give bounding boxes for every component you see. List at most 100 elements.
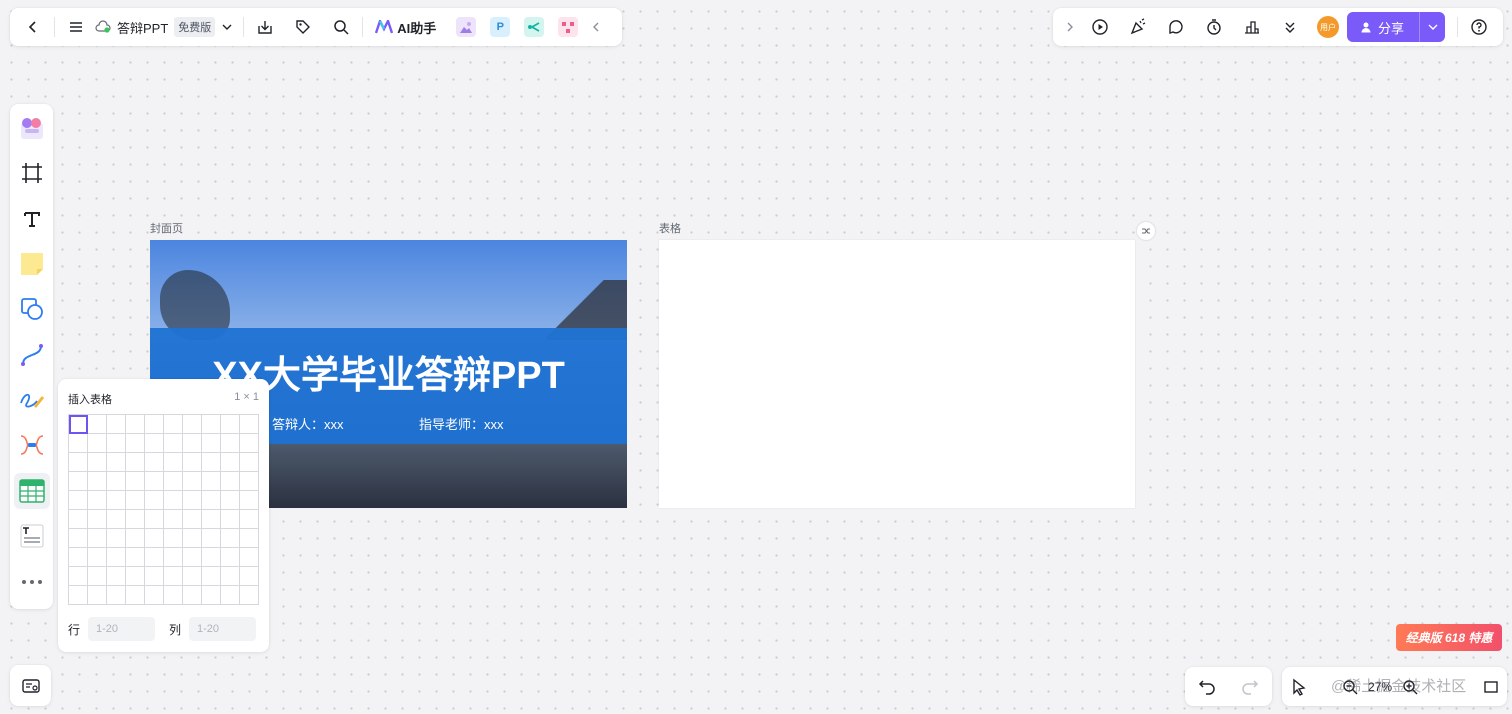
- cover-frame-label[interactable]: 封面页: [150, 220, 183, 236]
- grid-cell[interactable]: [145, 491, 164, 510]
- grid-cell[interactable]: [202, 472, 221, 491]
- grid-cell[interactable]: [164, 472, 183, 491]
- grid-cell[interactable]: [202, 415, 221, 434]
- grid-cell[interactable]: [69, 434, 88, 453]
- grid-cell[interactable]: [107, 453, 126, 472]
- grid-cell[interactable]: [221, 415, 240, 434]
- grid-cell[interactable]: [202, 453, 221, 472]
- grid-cell[interactable]: [107, 529, 126, 548]
- grid-cell[interactable]: [88, 415, 107, 434]
- table-frame[interactable]: [659, 240, 1135, 508]
- grid-cell[interactable]: [145, 453, 164, 472]
- shape-tool[interactable]: [14, 291, 50, 327]
- promo-banner[interactable]: 经典版 618 特惠: [1396, 624, 1502, 651]
- grid-cell[interactable]: [164, 491, 183, 510]
- grid-cell[interactable]: [221, 586, 240, 605]
- grid-cell[interactable]: [126, 529, 145, 548]
- grid-cell[interactable]: [164, 510, 183, 529]
- grid-cell[interactable]: [164, 548, 183, 567]
- grid-cell[interactable]: [107, 548, 126, 567]
- cols-input[interactable]: [189, 617, 257, 641]
- grid-cell[interactable]: [202, 434, 221, 453]
- grid-cell[interactable]: [88, 472, 107, 491]
- grid-cell[interactable]: [126, 548, 145, 567]
- image-app-button[interactable]: [456, 17, 477, 37]
- grid-cell[interactable]: [240, 548, 259, 567]
- connector-tool[interactable]: [14, 337, 50, 373]
- grid-cell[interactable]: [221, 548, 240, 567]
- share-dropdown[interactable]: [1419, 12, 1445, 42]
- mindmap-app-button[interactable]: [524, 17, 545, 37]
- grid-cell[interactable]: [107, 567, 126, 586]
- vote-button[interactable]: [1237, 12, 1267, 42]
- table-tool[interactable]: [13, 472, 50, 509]
- expand-button[interactable]: [1059, 12, 1081, 42]
- grid-cell[interactable]: [145, 567, 164, 586]
- pen-tool[interactable]: [14, 382, 50, 418]
- menu-button[interactable]: [61, 12, 91, 42]
- redo-icon[interactable]: [1241, 678, 1259, 696]
- grid-cell[interactable]: [69, 586, 88, 605]
- grid-cell[interactable]: [164, 453, 183, 472]
- grid-cell[interactable]: [107, 491, 126, 510]
- cover-presenter[interactable]: 答辩人：xxx: [272, 414, 344, 433]
- mindmap-tool[interactable]: [14, 428, 50, 464]
- download-button[interactable]: [250, 12, 280, 42]
- grid-cell[interactable]: [183, 567, 202, 586]
- grid-cell[interactable]: [69, 529, 88, 548]
- grid-cell[interactable]: [88, 548, 107, 567]
- grid-cell[interactable]: [164, 415, 183, 434]
- grid-cell[interactable]: [126, 453, 145, 472]
- cover-advisor[interactable]: 指导老师：xxx: [419, 414, 504, 433]
- grid-cell[interactable]: [126, 510, 145, 529]
- chevron-down-icon[interactable]: [221, 21, 233, 33]
- grid-cell[interactable]: [183, 434, 202, 453]
- grid-cell[interactable]: [145, 510, 164, 529]
- grid-cell[interactable]: [221, 453, 240, 472]
- grid-cell[interactable]: [183, 472, 202, 491]
- grid-cell[interactable]: [240, 415, 259, 434]
- table-frame-label[interactable]: 表格: [659, 220, 681, 236]
- p-app-button[interactable]: P: [490, 17, 511, 37]
- rows-input[interactable]: [88, 617, 156, 641]
- grid-cell[interactable]: [221, 434, 240, 453]
- grid-cell[interactable]: [164, 434, 183, 453]
- grid-cell[interactable]: [240, 529, 259, 548]
- back-button[interactable]: [18, 12, 48, 42]
- grid-cell[interactable]: [145, 415, 164, 434]
- timer-button[interactable]: [1199, 12, 1229, 42]
- grid-cell[interactable]: [202, 491, 221, 510]
- grid-cell[interactable]: [202, 567, 221, 586]
- grid-cell[interactable]: [69, 567, 88, 586]
- grid-cell[interactable]: [202, 510, 221, 529]
- grid-cell[interactable]: [202, 586, 221, 605]
- grid-cell[interactable]: [240, 434, 259, 453]
- grid-cell[interactable]: [69, 491, 88, 510]
- grid-cell[interactable]: [107, 415, 126, 434]
- grid-cell[interactable]: [126, 434, 145, 453]
- grid-cell[interactable]: [69, 548, 88, 567]
- grid-cell[interactable]: [88, 567, 107, 586]
- grid-cell[interactable]: [69, 510, 88, 529]
- frame-options-button[interactable]: [1137, 222, 1155, 240]
- grid-cell[interactable]: [202, 529, 221, 548]
- grid-cell[interactable]: [88, 434, 107, 453]
- grid-cell[interactable]: [88, 491, 107, 510]
- grid-cell[interactable]: [107, 434, 126, 453]
- table-size-grid[interactable]: [68, 414, 259, 605]
- grid-cell[interactable]: [221, 529, 240, 548]
- text-block-tool[interactable]: [14, 518, 50, 554]
- grid-cell[interactable]: [145, 586, 164, 605]
- grid-cell[interactable]: [145, 548, 164, 567]
- grid-cell[interactable]: [107, 472, 126, 491]
- undo-icon[interactable]: [1198, 678, 1216, 696]
- flow-app-button[interactable]: [558, 17, 579, 37]
- grid-cell[interactable]: [240, 510, 259, 529]
- grid-cell[interactable]: [107, 586, 126, 605]
- document-title-area[interactable]: 答辩PPT 免费版: [91, 17, 237, 37]
- grid-cell[interactable]: [240, 567, 259, 586]
- grid-cell[interactable]: [88, 529, 107, 548]
- share-button[interactable]: 分享: [1347, 12, 1445, 42]
- grid-cell[interactable]: [240, 453, 259, 472]
- grid-cell[interactable]: [164, 586, 183, 605]
